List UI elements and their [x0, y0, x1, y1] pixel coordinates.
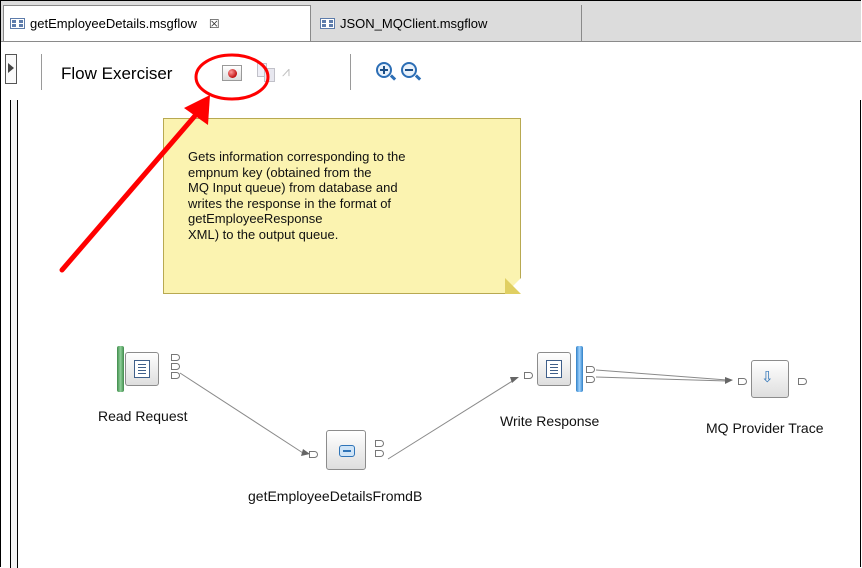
highlight-circle — [194, 53, 270, 101]
highlight-arrow — [59, 107, 203, 273]
highlight-annotation — [59, 53, 270, 273]
